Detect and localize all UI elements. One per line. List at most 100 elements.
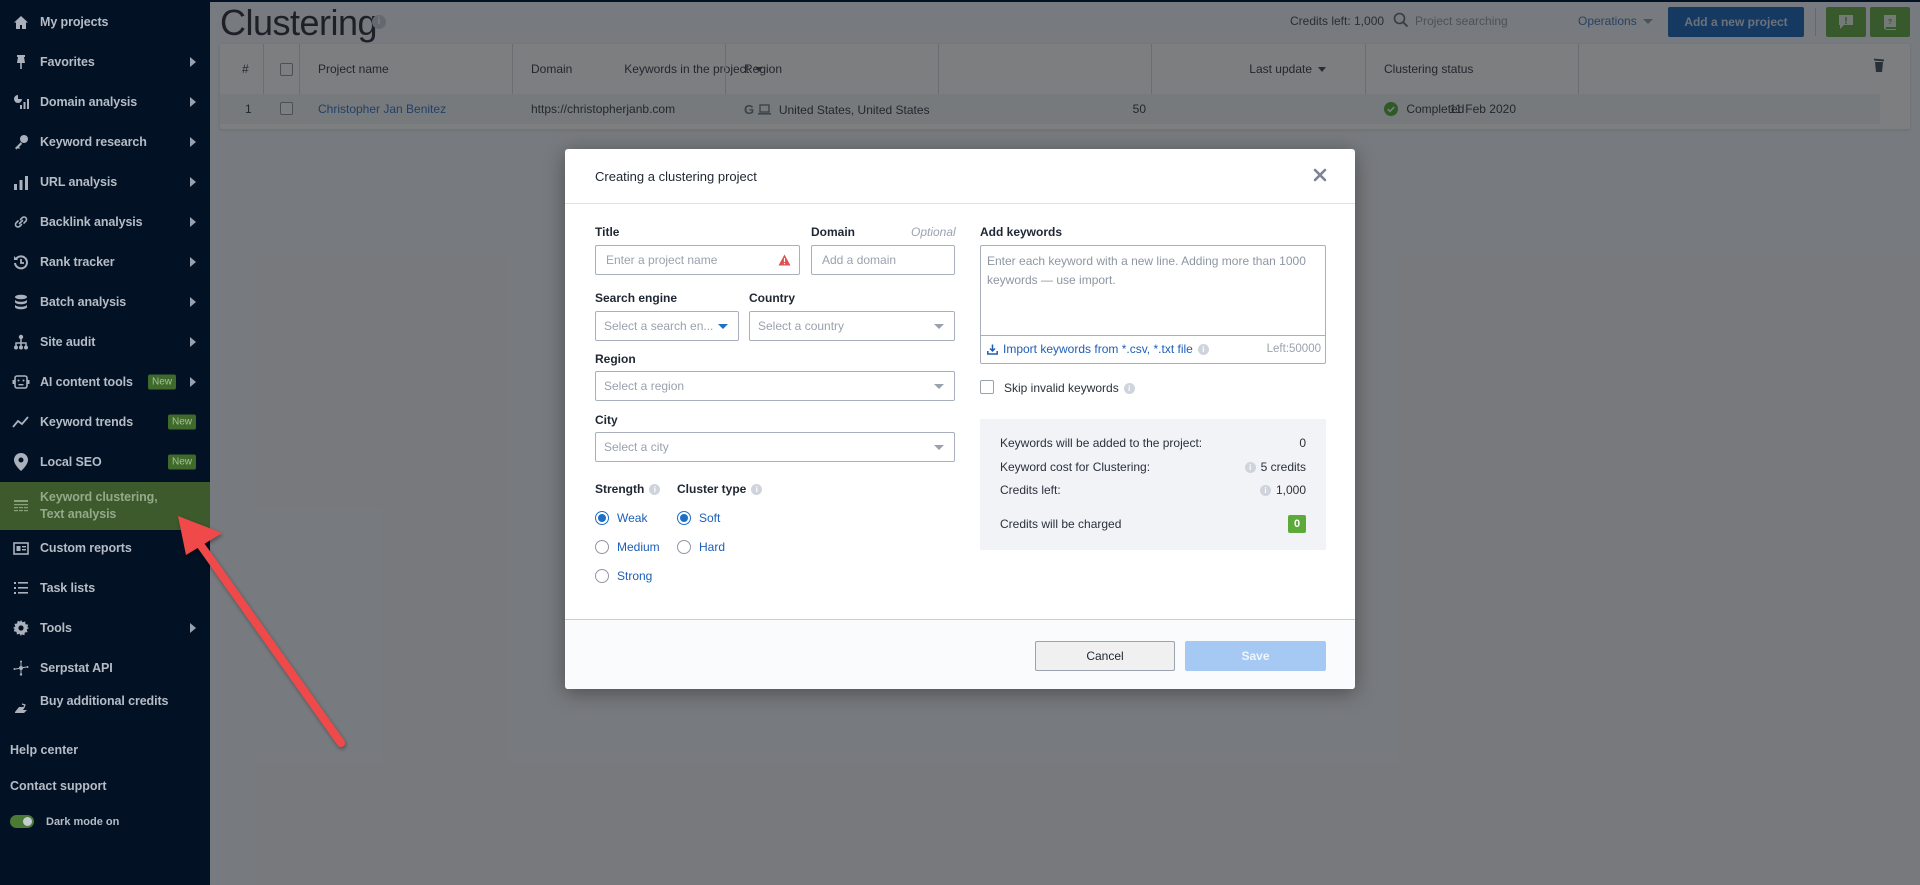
info-icon[interactable]: i: [1123, 383, 1135, 395]
sidebar-item-url-analysis[interactable]: URL analysis: [0, 162, 210, 202]
info-icon[interactable]: i: [751, 484, 763, 496]
strength-strong-radio[interactable]: [595, 569, 609, 583]
keywords-textarea[interactable]: Enter each keyword with a new line. Addi…: [980, 245, 1326, 364]
skip-invalid-label[interactable]: Skip invalid keywords i: [1004, 381, 1135, 395]
info-icon[interactable]: i: [1244, 462, 1256, 474]
dark-mode-label: Dark mode on: [46, 815, 120, 828]
sidebar-item-label: Serpstat API: [40, 661, 113, 675]
dark-mode-toggle[interactable]: Dark mode on: [10, 815, 119, 828]
chevron-right-icon[interactable]: [190, 257, 196, 267]
link-icon: [10, 213, 32, 231]
clustering-icon: [10, 497, 32, 515]
cluster-soft-label[interactable]: Soft: [699, 511, 720, 525]
sidebar-item-label: Domain analysis: [40, 95, 138, 109]
cluster-type-label-text: Cluster type: [677, 482, 747, 496]
sidebar-item-task-lists[interactable]: Task lists: [0, 568, 210, 608]
sidebar-item-rank-tracker[interactable]: Rank tracker: [0, 242, 210, 282]
sidebar-item-label: Buy additional credits: [40, 694, 169, 708]
summary-credits-left: Credits left: i 1,000: [1000, 483, 1306, 497]
sidebar-item-tools[interactable]: Tools: [0, 608, 210, 648]
sidebar-item-buy-additional-credits[interactable]: Buy additional credits: [0, 688, 210, 728]
sidebar-item-ai-content-tools[interactable]: AI content tools New: [0, 362, 210, 402]
cluster-hard-label[interactable]: Hard: [699, 540, 725, 554]
report-card-icon: [10, 539, 32, 557]
credits-charged-badge: 0: [1288, 515, 1306, 533]
strength-medium-label[interactable]: Medium: [617, 540, 660, 554]
import-keywords-link[interactable]: Import keywords from *.csv, *.txt file i: [1003, 342, 1209, 356]
sidebar-item-backlink-analysis[interactable]: Backlink analysis: [0, 202, 210, 242]
modal-header: Creating a clustering project: [565, 149, 1355, 204]
sidebar-item-my-projects[interactable]: My projects: [0, 2, 210, 42]
chevron-right-icon[interactable]: [190, 177, 196, 187]
chevron-right-icon[interactable]: [190, 377, 196, 387]
top-border: [210, 0, 1920, 2]
sidebar-item-favorites[interactable]: Favorites: [0, 42, 210, 82]
summary-value: i 5 credits: [1244, 460, 1306, 474]
chevron-down-icon: [934, 324, 944, 329]
chevron-right-icon[interactable]: [190, 623, 196, 633]
info-icon[interactable]: i: [1259, 485, 1271, 497]
search-engine-placeholder: Select a search en...: [604, 319, 714, 333]
database-icon: [10, 293, 32, 311]
country-label: Country: [749, 291, 795, 305]
region-placeholder: Select a region: [604, 379, 685, 393]
cluster-type-label: Cluster type i: [677, 482, 763, 496]
contact-support-link[interactable]: Contact support: [10, 779, 107, 793]
home-icon: [10, 13, 32, 31]
project-title-input[interactable]: Enter a project name: [595, 245, 800, 275]
key-icon: [10, 133, 32, 151]
strength-weak-label[interactable]: Weak: [617, 511, 647, 525]
sidebar-item-batch-analysis[interactable]: Batch analysis: [0, 282, 210, 322]
sidebar-item-serpstat-api[interactable]: Serpstat API: [0, 648, 210, 688]
sidebar-item-local-seo[interactable]: Local SEO New: [0, 442, 210, 482]
chevron-right-icon[interactable]: [190, 97, 196, 107]
summary-label: Keywords will be added to the project:: [1000, 436, 1203, 450]
sidebar-item-label: AI content tools: [40, 375, 133, 389]
strength-medium-radio[interactable]: [595, 540, 609, 554]
sidebar-item-custom-reports[interactable]: Custom reports: [0, 528, 210, 568]
summary-label: Keyword cost for Clustering:: [1000, 460, 1151, 474]
info-icon[interactable]: i: [649, 484, 661, 496]
strength-weak-radio[interactable]: [595, 511, 609, 525]
cluster-soft-radio[interactable]: [677, 511, 691, 525]
chevron-right-icon[interactable]: [190, 57, 196, 67]
chevron-right-icon[interactable]: [190, 217, 196, 227]
help-center-link[interactable]: Help center: [10, 743, 78, 757]
cancel-button[interactable]: Cancel: [1035, 641, 1175, 671]
skip-invalid-checkbox[interactable]: [980, 380, 994, 394]
country-select[interactable]: Select a country: [749, 311, 955, 341]
sidebar-item-keyword-trends[interactable]: Keyword trends New: [0, 402, 210, 442]
sidebar-item-keyword-clustering-text-analysis[interactable]: Keyword clustering, Text analysis: [0, 482, 210, 530]
info-icon[interactable]: i: [1197, 344, 1209, 356]
toggle-track[interactable]: [10, 815, 34, 828]
import-link-text: Import keywords from *.csv, *.txt file: [1003, 342, 1193, 356]
sidebar-item-label: Backlink analysis: [40, 215, 143, 229]
sidebar-item-domain-analysis[interactable]: Domain analysis: [0, 82, 210, 122]
strength-strong-label[interactable]: Strong: [617, 569, 652, 583]
chevron-right-icon[interactable]: [190, 137, 196, 147]
keywords-placeholder: Enter each keyword with a new line. Addi…: [987, 254, 1306, 287]
domain-input[interactable]: Add a domain: [811, 245, 955, 275]
sidebar-item-label: My projects: [40, 15, 109, 29]
add-keywords-label: Add keywords: [980, 225, 1063, 239]
sidebar-item-keyword-research[interactable]: Keyword research: [0, 122, 210, 162]
sidebar: My projects Favorites Domain analysis Keywo…: [0, 0, 210, 885]
list-icon: [10, 579, 32, 597]
cluster-hard-radio[interactable]: [677, 540, 691, 554]
map-pin-icon: [10, 453, 32, 471]
sidebar-item-site-audit[interactable]: Site audit: [0, 322, 210, 362]
search-engine-select[interactable]: Select a search en...: [595, 311, 739, 341]
chevron-right-icon[interactable]: [190, 337, 196, 347]
domain-placeholder: Add a domain: [822, 253, 897, 267]
sidebar-item-label: Rank tracker: [40, 255, 115, 269]
city-select[interactable]: Select a city: [595, 432, 955, 462]
domain-label: Domain: [811, 225, 856, 239]
search-engine-label: Search engine: [595, 291, 678, 305]
region-select[interactable]: Select a region: [595, 371, 955, 401]
close-icon[interactable]: [1311, 166, 1329, 184]
save-button[interactable]: Save: [1185, 641, 1326, 671]
strength-label-text: Strength: [595, 482, 645, 496]
chevron-right-icon[interactable]: [190, 297, 196, 307]
summary-keywords-added: Keywords will be added to the project: 0: [1000, 436, 1306, 450]
toggle-knob: [23, 817, 32, 826]
